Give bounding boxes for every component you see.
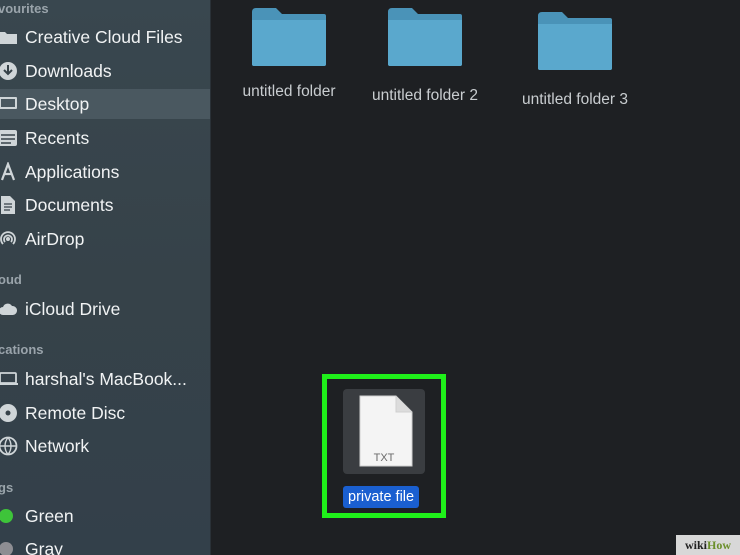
desktop-icon [0,94,18,114]
file-name-label[interactable]: private file [343,486,420,508]
sidebar-item-downloads[interactable]: Downloads [0,56,210,86]
folder-item[interactable]: untitled folder 3 [505,10,645,109]
sidebar-item-label: Creative Cloud Files [25,26,183,47]
folder-label: untitled folder 2 [372,87,478,104]
finder-content: untitled folder untitled folder 2 untitl… [211,0,740,555]
sidebar-item-label: AirDrop [25,228,85,249]
sidebar-item-label: Documents [25,194,114,215]
tag-dot-gray [0,542,13,555]
sidebar-item-macbook[interactable]: harshal's MacBook... [0,364,210,394]
watermark-wiki: wiki [684,538,707,552]
folder-icon [250,6,328,73]
airdrop-icon [0,229,18,249]
sidebar-item-label: Desktop [25,93,90,114]
sidebar-item-desktop[interactable]: Desktop [0,89,210,119]
sidebar-item-icloud-drive[interactable]: iCloud Drive [0,294,210,324]
network-icon [0,436,18,456]
finder-sidebar: vourites Creative Cloud Files Downloads … [0,0,211,555]
sidebar-item-label: harshal's MacBook... [25,368,187,389]
sidebar-item-airdrop[interactable]: AirDrop [0,224,210,254]
sidebar-item-documents[interactable]: Documents [0,190,210,220]
folder-label: untitled folder [242,83,336,100]
folder-label: untitled folder 3 [522,91,628,108]
folder-item[interactable]: untitled folder [233,6,345,101]
sidebar-tag-green[interactable]: Green [0,501,210,531]
applications-icon [0,162,18,182]
sidebar-item-remote-disc[interactable]: Remote Disc [0,398,210,428]
disc-icon [0,403,18,423]
sidebar-item-label: Network [25,435,90,456]
sidebar-item-label: Applications [25,161,120,182]
sidebar-item-recents[interactable]: Recents [0,123,210,153]
sidebar-tag-label: Green [25,505,74,526]
tag-dot-green [0,509,13,523]
locations-header: cations [0,342,44,357]
sidebar-item-label: Downloads [25,60,112,81]
sidebar-tag-label: Gray [25,538,63,555]
sidebar-item-applications[interactable]: Applications [0,157,210,187]
downloads-icon [0,61,18,81]
highlight-box: TXT private file [322,374,446,518]
icloud-header: oud [0,272,22,287]
recents-icon [0,128,18,148]
sidebar-item-label: Recents [25,127,90,148]
creative-cloud-folder-icon [0,27,18,47]
sidebar-item-label: Remote Disc [25,402,126,423]
sidebar-item-network[interactable]: Network [0,431,210,461]
favourites-header: vourites [0,1,49,16]
cloud-icon [0,299,18,319]
watermark-how: How [707,538,731,552]
file-item[interactable]: TXT [343,389,425,474]
folder-icon [386,6,464,73]
folder-item[interactable]: untitled folder 2 [355,6,495,105]
sidebar-tag-gray[interactable]: Gray [0,534,210,555]
wikihow-watermark: wikiHow [676,535,740,555]
laptop-icon [0,369,18,389]
sidebar-item-label: iCloud Drive [25,298,121,319]
folder-icon [536,10,614,77]
file-type-label: TXT [373,452,395,464]
tags-header: gs [0,480,14,495]
sidebar-item-creative-cloud-files[interactable]: Creative Cloud Files [0,22,210,52]
documents-icon [0,195,18,215]
